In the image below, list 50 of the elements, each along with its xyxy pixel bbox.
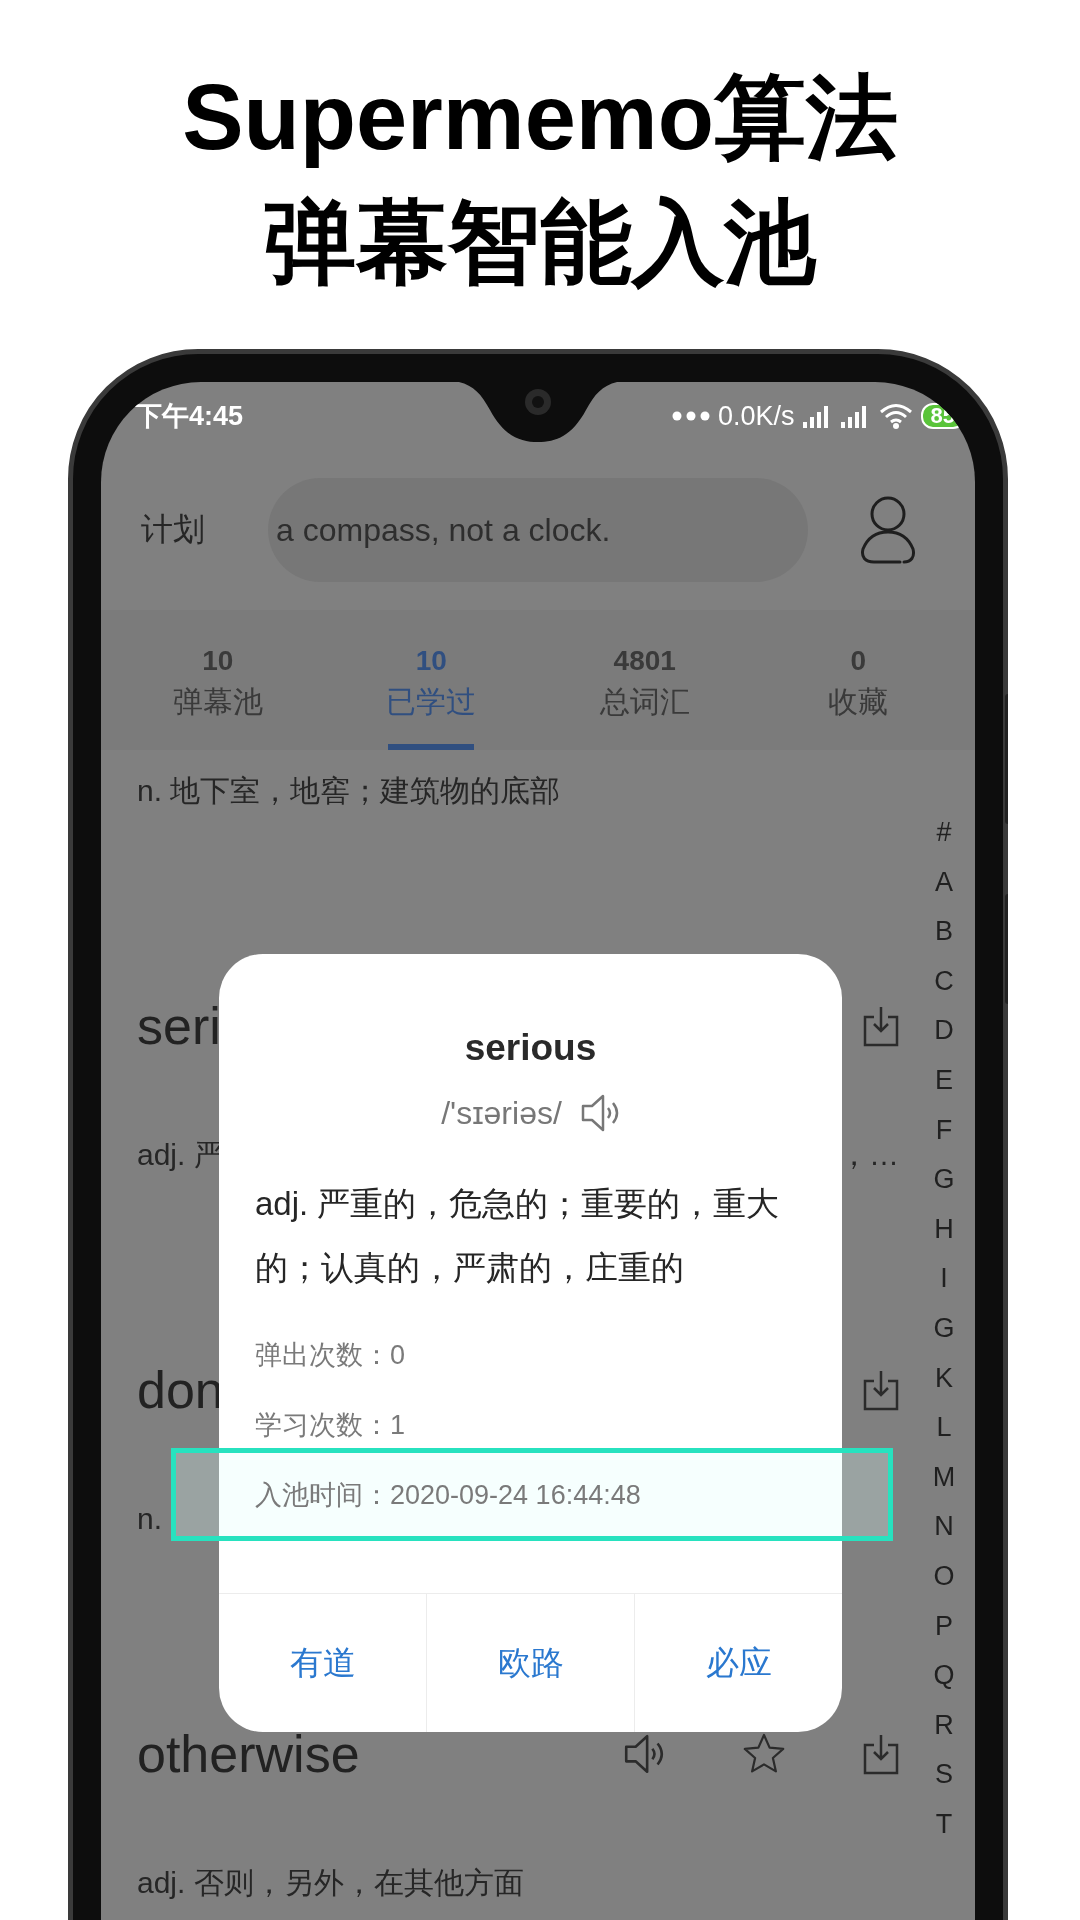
dictionary-button[interactable]: 必应 [634,1594,842,1732]
index-letter[interactable]: B [935,907,953,957]
download-icon[interactable] [863,1005,899,1047]
index-letter[interactable]: M [932,1452,956,1503]
index-letter[interactable]: O [933,1551,955,1602]
index-letter[interactable]: G [933,1303,955,1354]
index-letter[interactable]: F [935,1105,953,1156]
network-speed: 0.0K/s [717,400,795,432]
index-letter[interactable]: K [935,1353,953,1404]
star-icon[interactable] [743,1733,785,1775]
definition-text: n. 地下室，地窖；建筑物的底部 [137,772,561,809]
dots-icon [671,411,710,421]
index-letter[interactable]: I [940,1254,948,1304]
definition-text: ，… [839,1136,899,1173]
index-letter[interactable]: S [935,1750,953,1800]
phonetic-text: /'sɪəriəs/ [441,1094,562,1132]
index-letter[interactable]: Q [933,1651,955,1701]
index-letter[interactable]: D [934,1006,954,1056]
definition-text: n. [137,1502,163,1536]
plan-title[interactable]: 计划 [141,508,219,552]
stat-tab[interactable]: 0 收藏 [751,610,965,750]
index-letter[interactable]: C [934,956,954,1007]
stat-tab[interactable]: 10 弹幕池 [111,610,325,750]
dialog-definition: adj. 严重的，危急的；重要的，重大的；认真的，严肃的，庄重的 [255,1184,781,1288]
index-letter[interactable]: N [934,1502,954,1552]
dialog-word: serious [463,1026,598,1070]
index-letter[interactable]: # [936,808,952,858]
dictionary-button[interactable]: 欧路 [426,1594,634,1732]
wifi-icon [878,403,913,429]
download-icon[interactable] [863,1733,899,1775]
stat-text: 学习次数：1 [255,1409,406,1442]
index-letter[interactable]: L [936,1403,952,1453]
download-icon[interactable] [863,1369,899,1411]
index-letter[interactable]: A [935,857,953,908]
index-letter[interactable]: H [934,1204,954,1255]
index-letter[interactable]: G [933,1155,955,1205]
dictionary-button[interactable]: 有道 [219,1594,426,1732]
index-letter[interactable]: T [935,1799,953,1850]
definition-text: adj. 否则，另外，在其他方面 [137,1864,524,1901]
stat-text: 入池时间：2020-09-24 16:44:48 [255,1479,641,1512]
headline-text: Supermemo算法 [181,65,899,170]
user-icon[interactable] [860,494,916,566]
headline-text: 弹幕智能入池 [263,190,818,295]
index-letter[interactable]: E [935,1055,953,1106]
index-letter[interactable]: P [935,1601,953,1652]
stat-tab[interactable]: 4801 总词汇 [538,610,752,750]
status-time: 下午4:45 [135,400,244,433]
search-field[interactable]: a compass, not a clock. [268,478,808,582]
index-letter[interactable]: R [934,1700,954,1751]
stat-text: 弹出次数：0 [255,1339,406,1372]
